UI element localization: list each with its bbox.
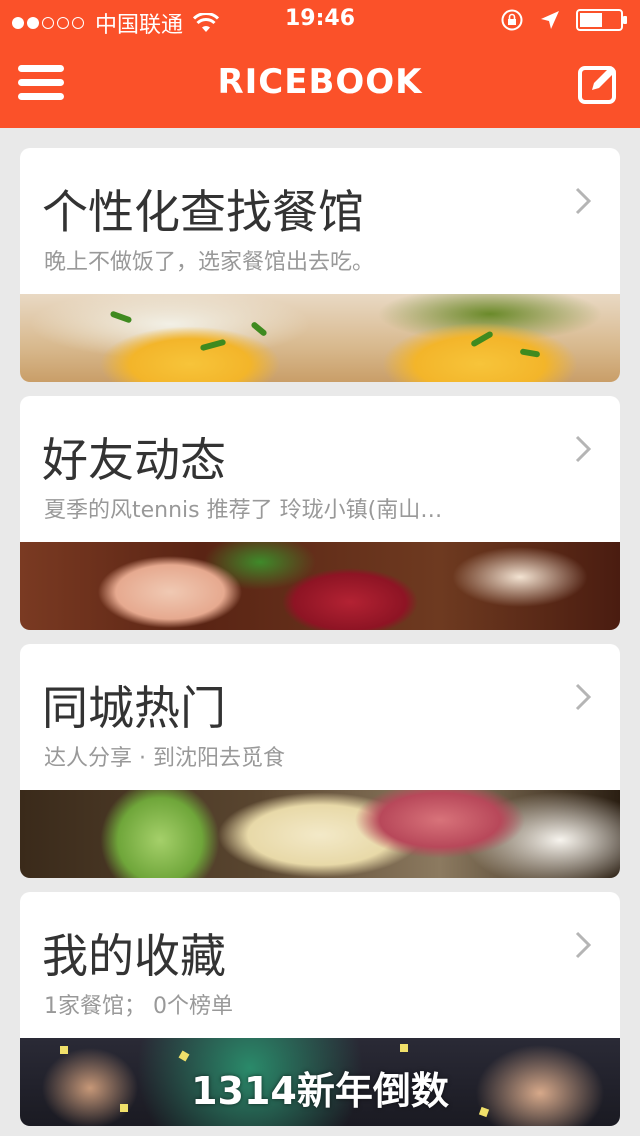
- event-image: 1314新年倒数: [20, 1038, 620, 1126]
- status-bar: 中国联通 19:46: [0, 0, 640, 40]
- card-title: 同城热门: [42, 681, 226, 735]
- card-find-restaurants[interactable]: 个性化查找餐馆 晚上不做饭了，选家餐馆出去吃。: [20, 148, 620, 382]
- card-subtitle: 达人分享 · 到沈阳去觅食: [44, 746, 285, 771]
- battery-icon: [576, 9, 627, 31]
- chevron-right-icon: [575, 931, 592, 959]
- rotation-lock-icon: [501, 9, 523, 31]
- food-image: [20, 542, 620, 630]
- garnish: [109, 310, 133, 324]
- confetti: [400, 1044, 408, 1052]
- status-right: [500, 8, 628, 32]
- card-title: 个性化查找餐馆: [42, 185, 364, 239]
- garnish: [250, 320, 268, 338]
- card-my-favorites[interactable]: 我的收藏 1家餐馆； 0个榜单 1314新年倒数: [20, 892, 620, 1126]
- garnish: [470, 330, 494, 348]
- location-icon: [541, 11, 559, 29]
- card-subtitle: 夏季的风tennis 推荐了 玲珑小镇(南山…: [44, 498, 443, 523]
- card-friend-activity[interactable]: 好友动态 夏季的风tennis 推荐了 玲珑小镇(南山…: [20, 396, 620, 630]
- confetti: [60, 1046, 68, 1054]
- chevron-right-icon: [575, 187, 592, 215]
- banner-text: 1314新年倒数: [191, 1069, 449, 1113]
- card-local-popular[interactable]: 同城热门 达人分享 · 到沈阳去觅食: [20, 644, 620, 878]
- header: 中国联通 19:46 RICEBOOK: [0, 0, 640, 128]
- garnish: [519, 348, 541, 358]
- app-title: RICEBOOK: [217, 62, 423, 102]
- food-image: [20, 790, 620, 878]
- garnish: [199, 338, 227, 352]
- card-title: 好友动态: [42, 433, 226, 487]
- card-subtitle: 晚上不做饭了，选家餐馆出去吃。: [44, 250, 375, 275]
- food-image: [20, 294, 620, 382]
- compose-icon[interactable]: [578, 62, 620, 104]
- chevron-right-icon: [575, 683, 592, 711]
- card-subtitle: 1家餐馆； 0个榜单: [44, 994, 233, 1019]
- card-title: 我的收藏: [42, 929, 226, 983]
- navbar: RICEBOOK: [0, 40, 640, 128]
- chevron-right-icon: [575, 435, 592, 463]
- app-root: 中国联通 19:46 RICEBOOK 个性化查找餐馆 晚上不做饭了，选家餐馆出…: [0, 0, 640, 1136]
